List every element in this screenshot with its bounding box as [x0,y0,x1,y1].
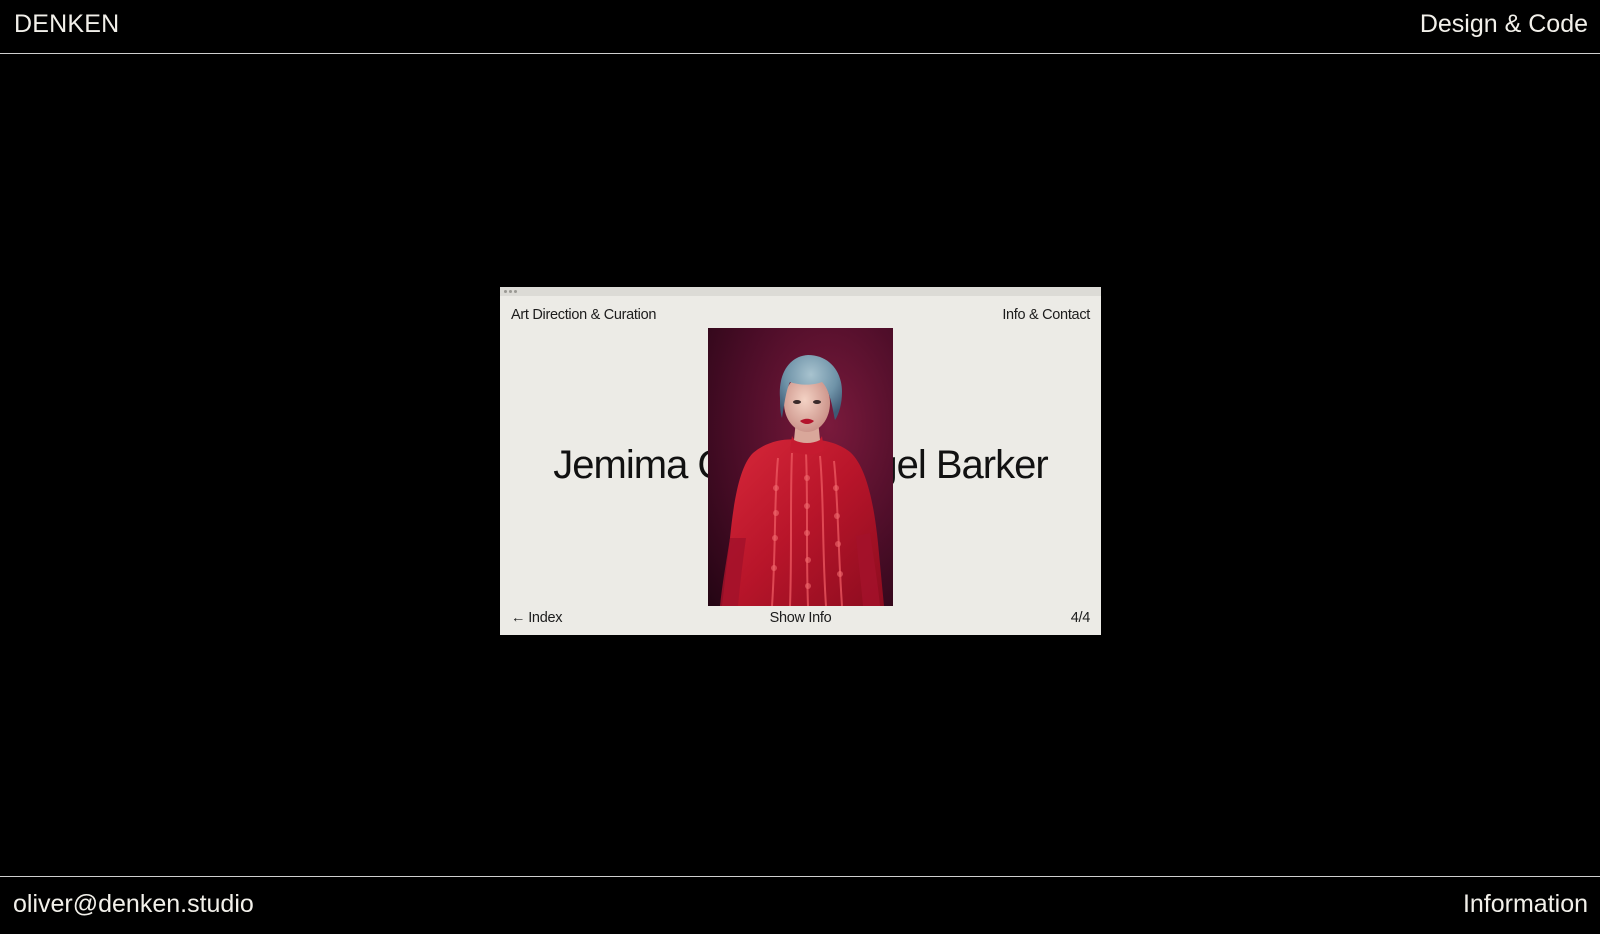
page: DENKEN Design & Code Art Direction & Cur… [0,0,1600,934]
back-to-index-link[interactable]: ← Index [511,610,562,626]
arrow-left-icon: ← [511,610,526,626]
show-info-wrapper: Show Info [500,610,1101,626]
site-tagline: Design & Code [1419,10,1588,38]
window-dot-icon [509,290,512,293]
site-footer: oliver@denken.studio Information [0,876,1600,934]
window-chrome-bar [500,287,1101,296]
project-preview-window[interactable]: Art Direction & Curation Info & Contact … [500,287,1101,635]
brand-logo-link[interactable]: DENKEN [14,10,119,39]
project-photo[interactable] [708,328,893,606]
window-dot-icon [504,290,507,293]
preview-nav-art-direction[interactable]: Art Direction & Curation [511,307,656,323]
portrait-image [708,328,893,606]
preview-nav-info-contact[interactable]: Info & Contact [1002,307,1090,323]
show-info-button[interactable]: Show Info [770,610,832,626]
email-link[interactable]: oliver@denken.studio [13,890,254,919]
back-to-index-label: Index [528,610,563,626]
window-dot-icon [514,290,517,293]
information-link[interactable]: Information [1463,890,1588,919]
slide-counter: 4/4 [1070,610,1091,626]
site-header: DENKEN Design & Code [0,0,1600,54]
